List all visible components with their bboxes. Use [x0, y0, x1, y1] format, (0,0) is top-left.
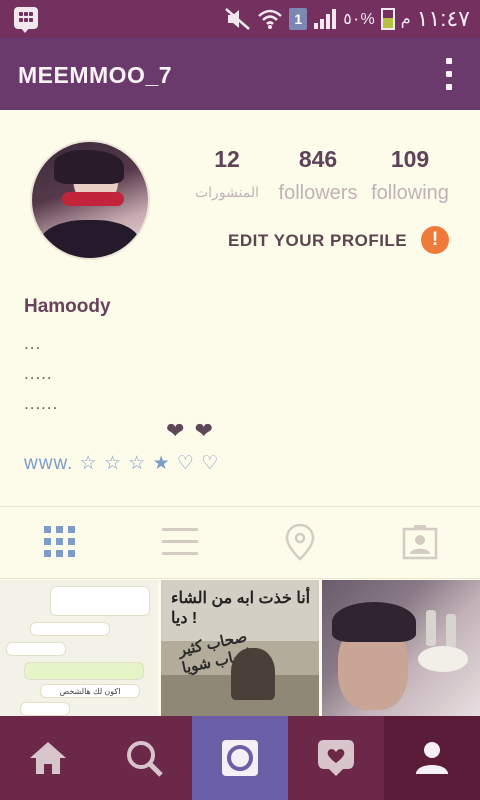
status-bar: 1 ٥٠% م ١١:٤٧ [0, 0, 480, 38]
grid-icon[interactable] [38, 520, 82, 564]
bio-line: ...... [24, 394, 59, 413]
app-header: MEEMMOO_7 [0, 38, 480, 110]
bio-line: ... [24, 334, 42, 353]
post-thumbnail[interactable]: اكون لك هالشخص [0, 580, 158, 716]
more-vertical-icon[interactable] [444, 58, 454, 92]
edit-profile-button[interactable]: EDIT YOUR PROFILE [228, 231, 407, 251]
profile-name: Hamoody [24, 296, 111, 317]
camera-icon[interactable] [192, 716, 288, 800]
divider [0, 506, 480, 507]
following-count: 109 [390, 146, 430, 172]
page-title: MEEMMOO_7 [18, 62, 173, 88]
bottom-nav [0, 716, 480, 800]
home-icon[interactable] [0, 716, 96, 800]
posts-label: المنشورات [194, 184, 260, 200]
post-thumbnail[interactable]: أنا خذت ابه من الشاء ديا ! صحاب كثير احب… [161, 580, 319, 716]
avatar[interactable] [30, 140, 150, 260]
sim-icon: 1 [289, 8, 308, 30]
wifi-icon [257, 8, 283, 30]
posts-count: 12 [214, 146, 240, 172]
followers-label: followers [278, 182, 358, 204]
hearts-text: ❤ ❤ [166, 418, 215, 443]
chat-text: اكون لك هالشخص [40, 684, 140, 698]
location-pin-icon[interactable] [278, 520, 322, 564]
posts-stat: 12 المنشورات [190, 146, 264, 206]
activity-heart-icon[interactable] [288, 716, 384, 800]
followers-stat[interactable]: 846 followers [272, 146, 364, 206]
website-link[interactable]: www. ☆ ☆ ☆ ★ ♡ ♡ [24, 452, 219, 475]
following-label: following [371, 182, 449, 204]
search-icon[interactable] [96, 716, 192, 800]
clock: ١١:٤٧ [416, 6, 470, 31]
bbm-icon [14, 7, 38, 33]
battery-percent: ٥٠% [343, 11, 375, 28]
bio-line: ..... [24, 364, 53, 383]
post-thumbnail[interactable] [322, 580, 480, 716]
am-pm-label: م [400, 11, 411, 28]
photo-caption: أنا خذت ابه من الشاء ديا ! [171, 590, 311, 627]
signal-icon [313, 8, 337, 30]
divider [0, 578, 480, 579]
mute-icon [225, 8, 251, 30]
following-stat[interactable]: 109 following [364, 146, 456, 206]
profile-icon[interactable] [384, 716, 480, 800]
alert-icon[interactable]: ! [421, 226, 449, 254]
tagged-person-icon[interactable] [398, 520, 442, 564]
followers-count: 846 [298, 146, 338, 172]
list-icon[interactable] [158, 520, 202, 564]
battery-icon [380, 8, 395, 30]
